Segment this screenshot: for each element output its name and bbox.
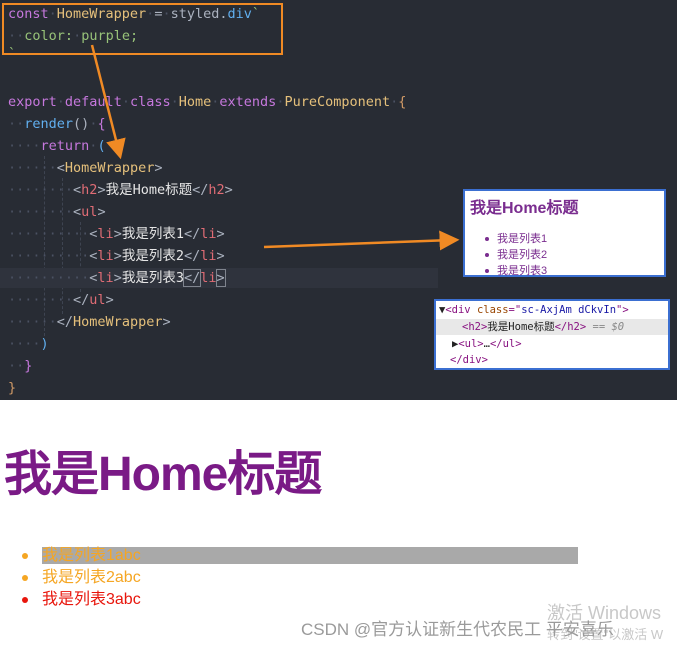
preview-title: 我是Home标题 — [470, 200, 579, 217]
dom-token: "> — [616, 304, 629, 316]
list-item: 我是列表2abc — [22, 567, 578, 589]
list-item: 我是列表1abc — [22, 545, 578, 567]
arrow-to-preview — [263, 230, 460, 251]
dom-token: sc-AxjAm dCkvIn — [521, 304, 617, 316]
page-title: 我是Home标题 — [4, 448, 322, 501]
render-preview: 我是Home标题 我是列表1 我是列表2 我是列表3 — [463, 189, 666, 277]
dom-token: class — [476, 304, 509, 316]
dom-token: </h2> — [554, 321, 587, 333]
dom-token: <h2> — [462, 321, 488, 333]
list-item-text: 我是列表3abc — [42, 591, 141, 608]
dom-token: == $0 — [586, 321, 625, 333]
page-list: 我是列表1abc 我是列表2abc 我是列表3abc — [22, 545, 578, 611]
preview-list-item: 我是列表3 — [485, 263, 547, 279]
bullet — [22, 553, 28, 559]
list-item-text: 我是列表2abc — [42, 569, 141, 586]
code-editor[interactable]: const·HomeWrapper·=·styled.div` ··color:… — [0, 0, 677, 400]
list-item-text: 我是列表1abc — [42, 547, 578, 564]
dom-node-ul[interactable]: ▶<ul>…</ul> — [452, 336, 522, 352]
dom-token: <div — [445, 304, 477, 316]
preview-list-item: 我是列表1 — [485, 231, 547, 247]
list-item: 我是列表3abc — [22, 589, 578, 611]
bullet — [22, 597, 28, 603]
arrow-to-wrapper — [90, 44, 126, 160]
csdn-watermark: CSDN @官方认证新生代农民工 平安喜乐 — [301, 620, 614, 639]
dom-token: 我是Home标题 — [487, 321, 555, 333]
dom-token: </ul> — [489, 338, 522, 350]
devtools-elements-panel[interactable]: ▼<div class="sc-AxjAm dCkvIn"> <h2>我是Hom… — [434, 299, 670, 370]
dom-token: </div> — [450, 354, 488, 366]
bullet — [22, 575, 28, 581]
dom-token: <ul> — [458, 338, 484, 350]
dom-node-h2-selected[interactable]: <h2>我是Home标题</h2> == $0 — [436, 319, 668, 335]
preview-list: 我是列表1 我是列表2 我是列表3 — [485, 231, 547, 279]
dom-token: =" — [508, 304, 522, 316]
dom-node-div-close[interactable]: </div> — [450, 352, 488, 368]
preview-list-item: 我是列表2 — [485, 247, 547, 263]
dom-node-div[interactable]: ▼<div class="sc-AxjAm dCkvIn"> — [439, 302, 629, 318]
